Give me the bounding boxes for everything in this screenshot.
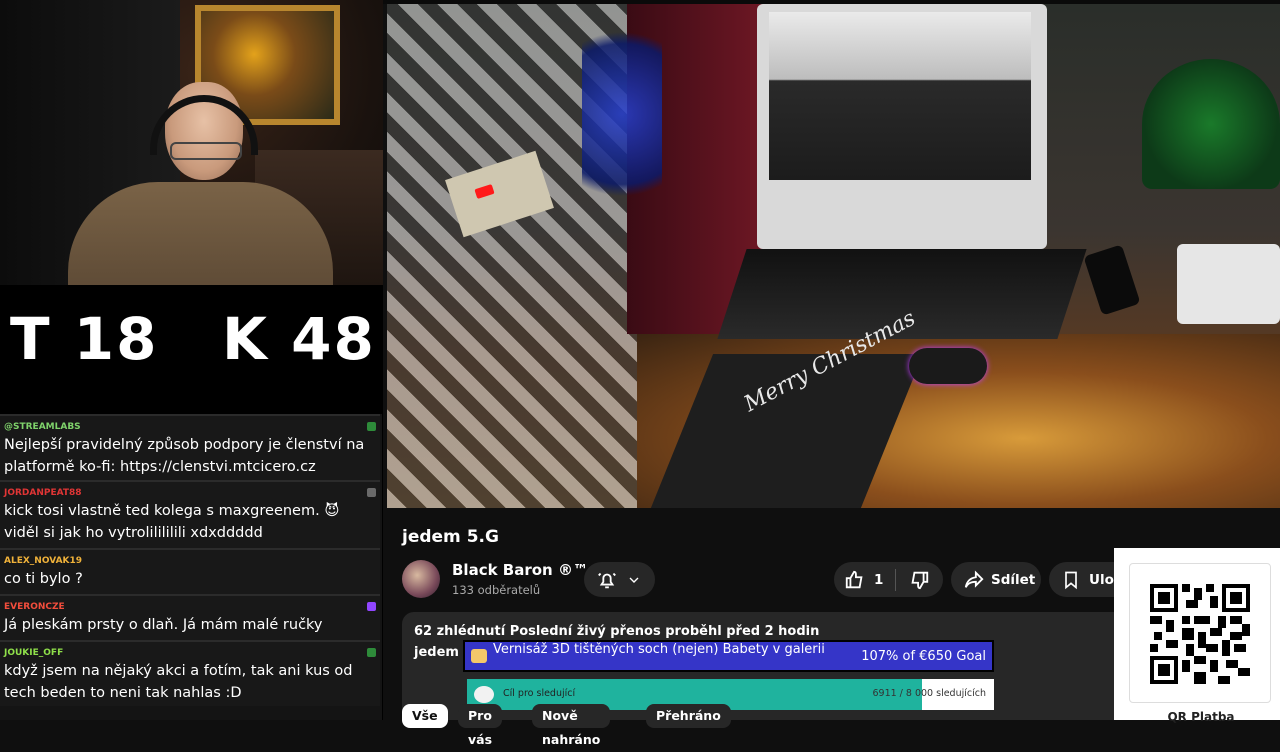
like-count[interactable]: 1 xyxy=(874,572,883,588)
chat-message: JOUKIE_OFF když jsem na nějaký akci a fo… xyxy=(0,640,380,706)
chat-username: EVERONCZE xyxy=(4,602,65,612)
chat-text: když jsem na nějaký akci a fotím, tak an… xyxy=(4,663,353,701)
notification-bell-button[interactable] xyxy=(584,562,655,597)
follower-goal-count: 6911 / 8 000 sledujících xyxy=(872,688,986,699)
chat-text: Já pleskám prsty o dlaň. Já mám malé ruč… xyxy=(4,617,323,633)
subscriber-count: 133 odběratelů xyxy=(452,583,541,597)
share-button[interactable]: Sdílet xyxy=(951,562,1041,597)
chevron-down-icon xyxy=(629,577,639,583)
share-label: Sdílet xyxy=(991,571,1036,588)
like-divider xyxy=(895,568,897,591)
chat-badge-icon xyxy=(367,488,376,497)
chat-username: JORDANPEAT88 xyxy=(4,488,82,498)
thumbs-down-icon[interactable] xyxy=(908,569,930,591)
glasses-icon xyxy=(170,142,242,160)
chat-message: EVERONCZE Já pleskám prsty o dlaň. Já má… xyxy=(0,594,380,640)
donation-goal-bar: Vernisáž 3D tištěných soch (nejen) Babet… xyxy=(463,640,994,672)
monitor xyxy=(757,4,1047,249)
stream-overlay-column: T 18 K 48 @STREAMLABS Nejlepší pravideln… xyxy=(0,0,383,720)
donation-goal-amount: 107% of €650 Goal xyxy=(861,649,986,664)
gift-icon xyxy=(471,649,487,663)
channel-name[interactable]: Black Baron ®™ xyxy=(452,561,588,579)
monitor-screen xyxy=(769,12,1031,180)
channel-avatar[interactable] xyxy=(402,560,440,598)
chat-text: co ti bylo ? xyxy=(4,571,83,587)
qr-payment-panel: QR Platba xyxy=(1114,548,1280,724)
qr-box: QR Platba xyxy=(1129,563,1271,724)
chip-recently-uploaded[interactable]: Nově nahráno xyxy=(532,704,611,747)
webcam-feed xyxy=(0,0,383,285)
mascot-icon xyxy=(474,686,494,703)
streamer-body xyxy=(68,182,333,285)
christmas-tree xyxy=(1142,59,1280,189)
space-heater xyxy=(1177,244,1280,324)
tinsel-decoration xyxy=(582,4,662,224)
chat-message: JORDANPEAT88 kick tosi vlastně ted koleg… xyxy=(0,480,380,548)
qr-code-icon xyxy=(1150,584,1250,684)
video-player[interactable]: Merry Christmas xyxy=(387,4,1280,508)
gaming-mouse xyxy=(909,348,987,384)
chat-message: @STREAMLABS Nejlepší pravidelný způsob p… xyxy=(0,414,380,480)
chat-username: JOUKIE_OFF xyxy=(4,648,64,658)
like-dislike-group: 1 xyxy=(834,562,943,597)
bookmark-icon xyxy=(1065,571,1077,589)
chat-username: ALEX_NOVAK19 xyxy=(4,556,83,566)
bell-icon xyxy=(598,572,616,588)
share-icon xyxy=(964,569,984,588)
video-title: jedem 5.G xyxy=(402,527,499,547)
score-overlay: T 18 K 48 xyxy=(0,285,383,410)
chip-watched[interactable]: Přehráno xyxy=(646,704,731,728)
chat-text: kick tosi vlastně ted kolega s maxgreene… xyxy=(4,503,340,541)
chat-text: Nejlepší pravidelný způsob podpory je čl… xyxy=(4,437,365,475)
chip-all[interactable]: Vše xyxy=(402,704,448,728)
score-k: K 48 xyxy=(222,305,376,373)
chat-badge-icon xyxy=(367,602,376,611)
chat-badge-icon xyxy=(367,422,376,431)
view-stats: 62 zhlédnutí Poslední živý přenos proběh… xyxy=(414,624,820,639)
donation-goal-name: Vernisáž 3D tištěných soch (nejen) Babet… xyxy=(493,642,825,657)
thumbs-up-icon[interactable] xyxy=(844,569,866,591)
qr-label: QR Platba xyxy=(1167,710,1235,724)
power-led-icon xyxy=(474,183,495,200)
chat-badge-icon xyxy=(367,648,376,657)
chat-overlay: @STREAMLABS Nejlepší pravidelný způsob p… xyxy=(0,414,382,720)
chip-for-you[interactable]: Pro vás xyxy=(458,704,503,747)
chat-message: ALEX_NOVAK19 co ti bylo ? xyxy=(0,548,380,594)
follower-goal-label: Cíl pro sledující xyxy=(503,688,576,699)
phone-on-stand xyxy=(1083,244,1141,316)
score-t: T 18 xyxy=(10,305,159,373)
chat-username: @STREAMLABS xyxy=(4,422,81,432)
